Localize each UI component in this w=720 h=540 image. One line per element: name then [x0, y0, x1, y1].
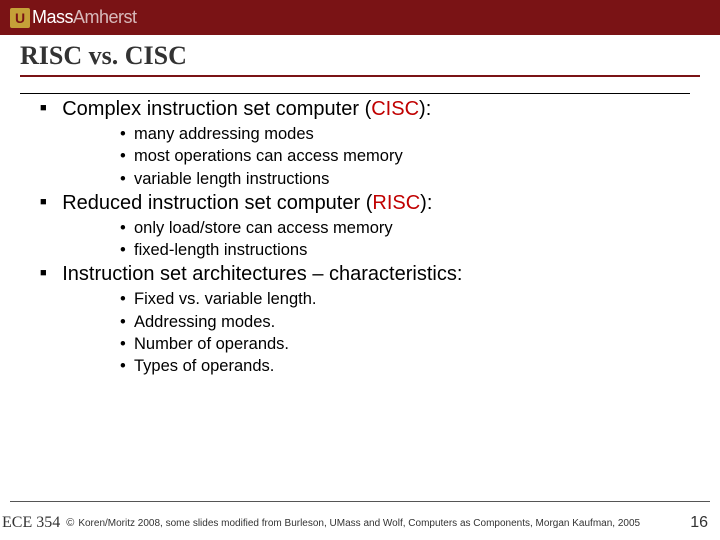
logo-text: MassAmherst: [32, 7, 137, 28]
copyright-icon: ©: [66, 517, 74, 529]
section-rule: [20, 93, 690, 94]
list-item: fixed-length instructions: [120, 239, 690, 261]
list-item: variable length instructions: [120, 168, 690, 190]
heading-text: Instruction set architectures – characte…: [62, 263, 462, 285]
sub-bullets-cisc: many addressing modes most operations ca…: [80, 123, 690, 190]
bullet-risc: ■ Reduced instruction set computer (RISC…: [40, 192, 690, 215]
bullet-cisc: ■ Complex instruction set computer (CISC…: [40, 98, 690, 121]
sub-bullets-risc: only load/store can access memory fixed-…: [80, 217, 690, 262]
heading-text-post: ):: [419, 98, 431, 120]
heading-text: Reduced instruction set computer (: [62, 192, 372, 214]
slide-title: RISC vs. CISC: [20, 41, 700, 71]
credits-text: Koren/Moritz 2008, some slides modified …: [78, 518, 640, 529]
title-rule: [20, 75, 700, 77]
page-number: 16: [690, 514, 708, 532]
heading-text-post: ):: [420, 192, 432, 214]
list-item: only load/store can access memory: [120, 217, 690, 239]
slide-content: ■ Complex instruction set computer (CISC…: [0, 79, 720, 377]
square-bullet-icon: ■: [40, 196, 47, 208]
square-bullet-icon: ■: [40, 102, 47, 114]
title-bar: RISC vs. CISC: [0, 35, 720, 79]
course-code: ECE 354: [2, 514, 60, 532]
list-item: Addressing modes.: [120, 311, 690, 333]
bullet-isa: ■ Instruction set architectures – charac…: [40, 263, 690, 286]
square-bullet-icon: ■: [40, 267, 47, 279]
list-item: Number of operands.: [120, 333, 690, 355]
list-item: Types of operands.: [120, 355, 690, 377]
footer-rule: [10, 501, 710, 502]
slide-footer: ECE 354 © Koren/Moritz 2008, some slides…: [0, 510, 720, 536]
heading-highlight: RISC: [372, 192, 420, 214]
heading-text: Complex instruction set computer (: [62, 98, 371, 120]
list-item: many addressing modes: [120, 123, 690, 145]
list-item: Fixed vs. variable length.: [120, 288, 690, 310]
sub-bullets-isa: Fixed vs. variable length. Addressing mo…: [80, 288, 690, 377]
logo-badge: U: [10, 8, 30, 28]
list-item: most operations can access memory: [120, 145, 690, 167]
heading-highlight: CISC: [371, 98, 419, 120]
university-header: U MassAmherst: [0, 0, 720, 35]
